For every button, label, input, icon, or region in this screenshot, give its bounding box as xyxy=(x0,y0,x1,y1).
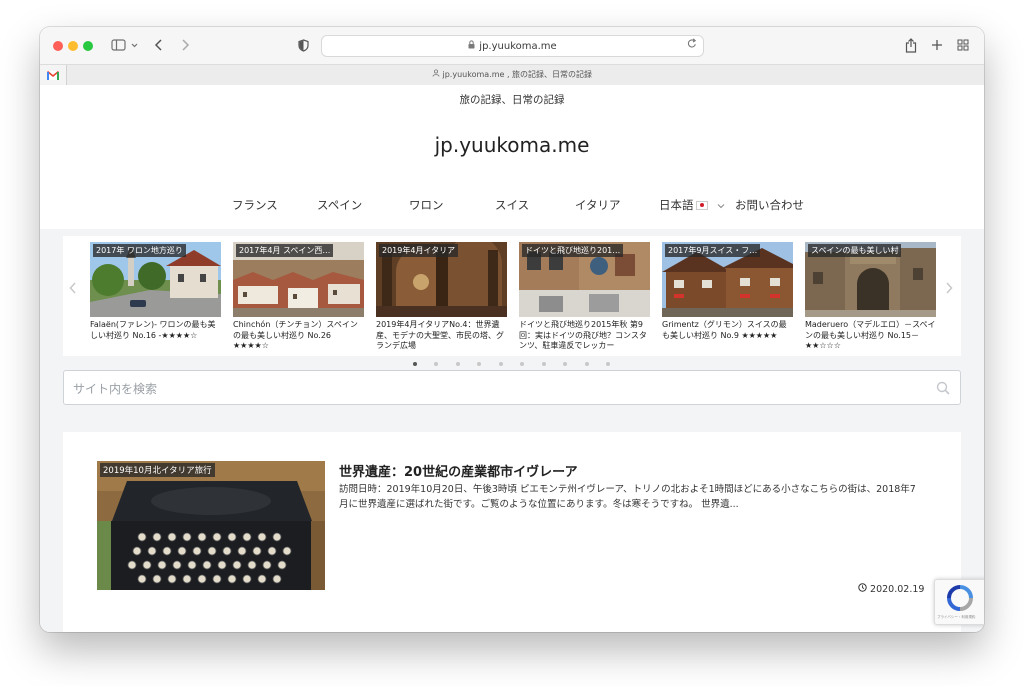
nav-item-italy[interactable]: イタリア xyxy=(575,197,621,213)
nav-item-wallonia[interactable]: ワロン xyxy=(409,197,444,213)
nav-item-contact[interactable]: お問い合わせ xyxy=(735,197,804,213)
slider-dot[interactable] xyxy=(585,362,589,366)
browser-window: jp.yuukoma.me jp.yuukoma.me , 旅の記録、日常の記録… xyxy=(40,27,984,632)
slide-category-label: 2019年4月イタリア xyxy=(379,244,459,257)
close-window-button[interactable] xyxy=(53,41,63,51)
slider-dot[interactable] xyxy=(477,362,481,366)
privacy-report-button[interactable] xyxy=(296,36,310,54)
plus-icon xyxy=(932,40,942,50)
language-label: 日本語 xyxy=(659,198,694,212)
sidebar-icon xyxy=(111,39,138,51)
chevron-left-icon xyxy=(69,282,76,294)
japan-flag-icon xyxy=(695,201,708,210)
site-title[interactable]: jp.yuukoma.me xyxy=(40,133,984,157)
back-button[interactable] xyxy=(152,36,166,54)
post-thumbnail[interactable]: 2019年10月北イタリア旅行 xyxy=(97,461,325,590)
chevron-right-icon xyxy=(182,39,190,51)
slide-caption[interactable]: Maderuero（マデルエロ）－スペインの最も美しい村巡り No.15－★★☆… xyxy=(805,320,936,352)
slide-category-label: スペインの最も美しい村 xyxy=(808,244,902,257)
slide-thumbnail[interactable]: ドイツと飛び地巡り201… xyxy=(519,242,650,317)
slide-thumbnail[interactable]: 2017年 ワロン地方巡り xyxy=(90,242,221,317)
slide-caption[interactable]: Falaën(ファレン)- ワロンの最も美しい村巡り No.16 -★★★★☆ xyxy=(90,320,221,352)
slide-category-label: 2017年 ワロン地方巡り xyxy=(93,244,186,257)
site-tagline: 旅の記録、日常の記録 xyxy=(459,94,565,106)
tab-title: jp.yuukoma.me , 旅の記録、日常の記録 xyxy=(442,70,593,79)
slide-caption[interactable]: Chinchón（チンチョン）スペインの最も美しい村巡り No.26 ★★★★☆ xyxy=(233,320,364,352)
site-search-box[interactable]: サイト内を検索 xyxy=(63,370,961,405)
slide-category-label: 2017年9月スイス・フ… xyxy=(665,244,761,257)
reload-icon[interactable] xyxy=(687,38,697,52)
share-button[interactable] xyxy=(904,36,918,54)
slider-pagination xyxy=(40,362,984,368)
slide-card[interactable]: 2017年9月スイス・フ… Grimentz（グリモン）スイスの最も美しい村巡り… xyxy=(662,242,793,352)
recaptcha-text: プライバシー・利用規約 xyxy=(937,615,976,619)
zoom-window-button[interactable] xyxy=(83,41,93,51)
search-icon[interactable] xyxy=(936,380,950,399)
slide-card[interactable]: ドイツと飛び地巡り201… ドイツと飛び地巡り2015年秋 第9回：実はドイツの… xyxy=(519,242,650,352)
slide-thumbnail[interactable]: スペインの最も美しい村 xyxy=(805,242,936,317)
slide-card[interactable]: 2017年4月 スペイン西… Chinchón（チンチョン）スペインの最も美しい… xyxy=(233,242,364,352)
slide-card[interactable]: スペインの最も美しい村 Maderuero（マデルエロ）－スペインの最も美しい村… xyxy=(805,242,936,352)
person-icon xyxy=(432,69,443,79)
tab-overview-button[interactable] xyxy=(956,36,970,54)
slide-caption[interactable]: Grimentz（グリモン）スイスの最も美しい村巡り No.9 ★★★★★ xyxy=(662,320,793,352)
address-url: jp.yuukoma.me xyxy=(479,40,557,52)
nav-item-language[interactable]: 日本語 xyxy=(659,197,725,213)
search-input[interactable]: サイト内を検索 xyxy=(73,380,157,397)
grid-icon xyxy=(957,39,969,51)
active-tab[interactable]: jp.yuukoma.me , 旅の記録、日常の記録 xyxy=(40,69,984,80)
slide-thumbnail[interactable]: 2017年9月スイス・フ… xyxy=(662,242,793,317)
new-tab-button[interactable] xyxy=(930,36,944,54)
shield-icon xyxy=(297,38,309,52)
slider-next-button[interactable] xyxy=(945,282,953,298)
slide-card[interactable]: 2019年4月イタリア 2019年4月イタリアNo.4：世界遺産、モデナの大聖堂… xyxy=(376,242,507,352)
share-icon xyxy=(905,37,917,53)
slide-category-label: 2017年4月 スペイン西… xyxy=(236,244,334,257)
slide-category-label: ドイツと飛び地巡り201… xyxy=(522,244,624,257)
slider-dot[interactable] xyxy=(413,362,417,366)
lock-icon xyxy=(468,40,475,52)
chevron-right-icon xyxy=(946,282,953,294)
slider-dot[interactable] xyxy=(456,362,460,366)
slider-dot[interactable] xyxy=(563,362,567,366)
slide-caption[interactable]: ドイツと飛び地巡り2015年秋 第9回：実はドイツの飛び地？コンスタンツ、駐車違… xyxy=(519,320,650,352)
address-bar[interactable]: jp.yuukoma.me xyxy=(321,35,704,57)
featured-slider: 2017年 ワロン地方巡り Falaën(ファレン)- ワロンの最も美しい村巡り… xyxy=(63,236,961,356)
post-date-text: 2020.02.19 xyxy=(870,584,925,595)
post-title[interactable]: 世界遺産：20世紀の産業都市イヴレーア xyxy=(339,461,578,480)
forward-button[interactable] xyxy=(178,36,192,54)
slider-dot[interactable] xyxy=(520,362,524,366)
post-date: 2020.02.19 xyxy=(858,583,924,595)
sidebar-toggle-button[interactable] xyxy=(109,36,141,54)
recaptcha-badge[interactable]: プライバシー・利用規約 xyxy=(934,579,984,625)
nav-item-switzerland[interactable]: スイス xyxy=(495,197,529,213)
chevron-left-icon xyxy=(154,39,162,51)
slide-caption[interactable]: 2019年4月イタリアNo.4：世界遺産、モデナの大聖堂、市民の塔、グランデ広場 xyxy=(376,320,507,352)
slider-dot[interactable] xyxy=(542,362,546,366)
web-page: 旅の記録、日常の記録 jp.yuukoma.me フランス スペイン ワロン ス… xyxy=(40,85,984,632)
slider-dot[interactable] xyxy=(499,362,503,366)
tab-bar: jp.yuukoma.me , 旅の記録、日常の記録 xyxy=(40,64,984,86)
browser-toolbar: jp.yuukoma.me xyxy=(40,27,984,64)
slider-prev-button[interactable] xyxy=(69,282,77,298)
slide-thumbnail[interactable]: 2017年4月 スペイン西… xyxy=(233,242,364,317)
slider-dot[interactable] xyxy=(434,362,438,366)
clock-icon xyxy=(858,583,870,595)
main-nav: フランス スペイン ワロン スイス イタリア 日本語 お問い合わせ xyxy=(40,197,984,221)
post-category-label: 2019年10月北イタリア旅行 xyxy=(100,463,215,477)
slide-card[interactable]: 2017年 ワロン地方巡り Falaën(ファレン)- ワロンの最も美しい村巡り… xyxy=(90,242,221,352)
recaptcha-icon xyxy=(947,585,973,611)
slider-dot[interactable] xyxy=(606,362,610,366)
post-card[interactable]: 2019年10月北イタリア旅行 世界遺産：20世紀の産業都市イヴレーア 訪問日時… xyxy=(63,432,961,632)
nav-item-spain[interactable]: スペイン xyxy=(317,197,362,213)
slide-thumbnail[interactable]: 2019年4月イタリア xyxy=(376,242,507,317)
nav-item-france[interactable]: フランス xyxy=(232,197,278,213)
minimize-window-button[interactable] xyxy=(68,41,78,51)
post-excerpt: 訪問日時：2019年10月20日、午後3時頃 ピエモンテ州イヴレーア、トリノの北… xyxy=(339,484,916,510)
chevron-down-icon xyxy=(717,204,725,209)
